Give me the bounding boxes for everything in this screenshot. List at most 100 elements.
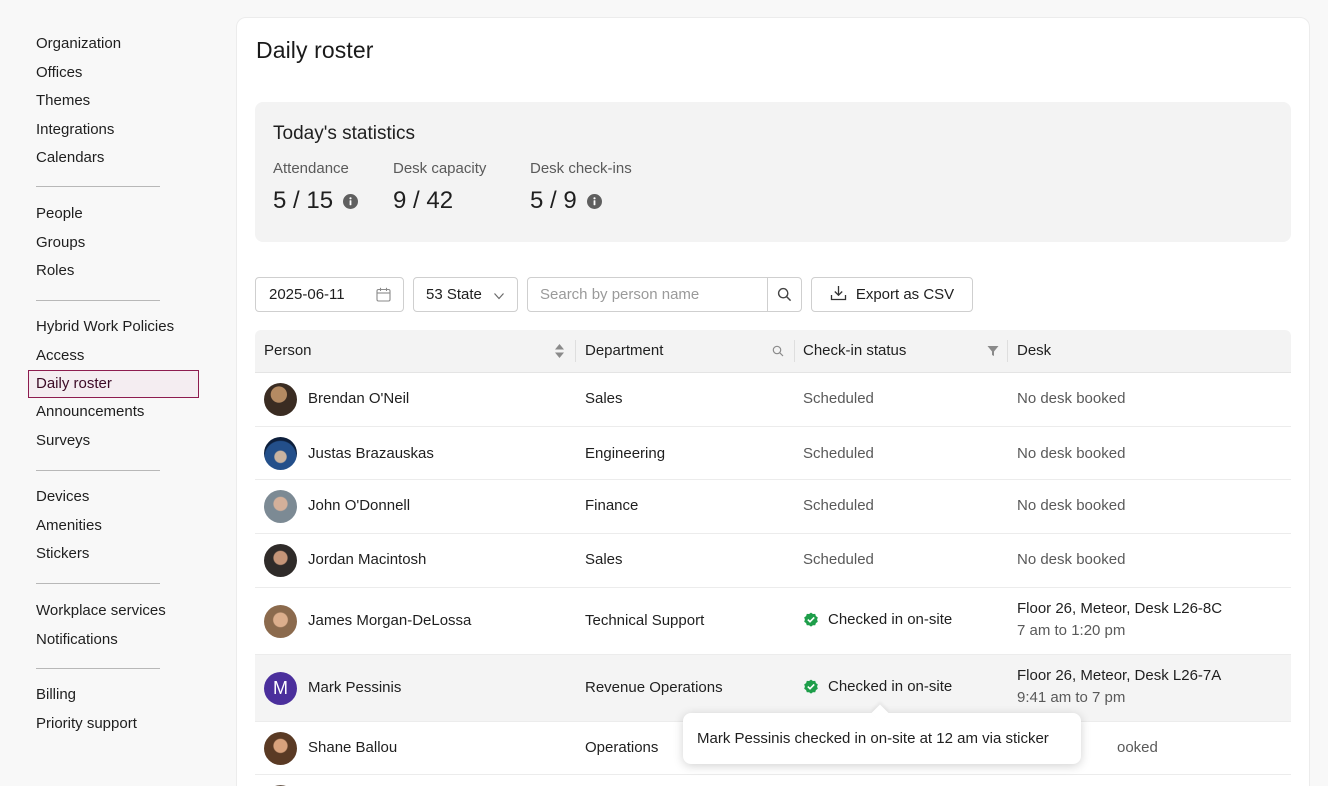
sidebar-item-devices[interactable]: Devices xyxy=(28,483,228,512)
date-picker[interactable]: 2025-06-11 xyxy=(255,277,404,312)
person-name[interactable]: James Morgan-DeLossa xyxy=(308,612,471,629)
table-row[interactable]: Justas Brazauskas Engineering Scheduled … xyxy=(255,427,1291,480)
person-name[interactable]: Mark Pessinis xyxy=(308,679,401,696)
person-name[interactable]: John O'Donnell xyxy=(308,497,410,514)
export-label: Export as CSV xyxy=(855,286,955,303)
stat-desk-capacity: Desk capacity 9 / 42 xyxy=(393,160,486,215)
avatar xyxy=(264,732,297,765)
desk-name: Floor 26, Meteor, Desk L26-8C xyxy=(1017,600,1223,617)
table-row[interactable]: Jordan Macintosh Sales Scheduled No desk… xyxy=(255,534,1291,588)
table-row[interactable] xyxy=(255,775,1291,786)
person-name[interactable]: Brendan O'Neil xyxy=(308,390,409,407)
stat-label: Attendance xyxy=(273,160,349,177)
avatar xyxy=(264,383,297,416)
calendar-icon[interactable] xyxy=(376,287,391,306)
sidebar-item-roles[interactable]: Roles xyxy=(28,257,228,286)
sidebar-item-priority-support[interactable]: Priority support xyxy=(28,710,228,739)
desk-time: 9:41 am to 7 pm xyxy=(1017,689,1126,706)
avatar xyxy=(264,605,297,638)
check-in-status: Scheduled xyxy=(803,390,874,407)
column-header-check-in-status[interactable]: Check-in status xyxy=(794,330,906,372)
nav-group-billing: Billing Priority support xyxy=(28,681,228,738)
nav-group-policies: Hybrid Work Policies Access Daily roster… xyxy=(28,313,228,455)
sidebar-item-calendars[interactable]: Calendars xyxy=(28,144,228,173)
check-in-status[interactable]: Checked in on-site xyxy=(803,678,952,695)
sidebar-item-stickers[interactable]: Stickers xyxy=(28,540,228,569)
office-select-value: 53 State xyxy=(426,286,482,303)
desk: Floor 26, Meteor, Desk L26-7A 9:41 am to… xyxy=(1017,667,1221,706)
info-icon[interactable] xyxy=(343,193,359,209)
search-icon[interactable] xyxy=(772,344,784,362)
avatar xyxy=(264,490,297,523)
search-box xyxy=(527,277,802,312)
sidebar-item-daily-roster[interactable]: Daily roster xyxy=(28,370,199,398)
nav-divider xyxy=(36,470,160,471)
stat-value: 9 / 42 xyxy=(393,187,486,215)
sidebar-item-offices[interactable]: Offices xyxy=(28,59,228,88)
sidebar-item-notifications[interactable]: Notifications xyxy=(28,626,228,655)
department: Finance xyxy=(585,497,639,514)
department: Technical Support xyxy=(585,612,705,629)
nav-divider xyxy=(36,186,160,187)
filter-icon[interactable] xyxy=(987,344,999,362)
stat-label: Desk capacity xyxy=(393,160,487,177)
nav-group-services: Workplace services Notifications xyxy=(28,597,228,654)
date-value: 2025-06-11 xyxy=(269,286,345,303)
desk-time: 7 am to 1:20 pm xyxy=(1017,622,1126,639)
desk-checkins-value: 5 / 9 xyxy=(530,187,577,214)
sidebar-item-surveys[interactable]: Surveys xyxy=(28,427,228,456)
department: Sales xyxy=(585,390,623,407)
sidebar: Organization Offices Themes Integrations… xyxy=(0,0,236,786)
sort-icon[interactable] xyxy=(554,343,565,364)
check-in-status: Scheduled xyxy=(803,551,874,568)
person-name[interactable]: Shane Ballou xyxy=(308,739,397,756)
search-input[interactable] xyxy=(540,286,770,303)
table-row[interactable]: Brendan O'Neil Sales Scheduled No desk b… xyxy=(255,373,1291,427)
sidebar-item-access[interactable]: Access xyxy=(28,342,228,371)
department: Engineering xyxy=(585,445,666,462)
stat-desk-checkins: Desk check-ins 5 / 9 xyxy=(530,160,632,215)
sidebar-item-organization[interactable]: Organization xyxy=(28,30,228,59)
column-header-person[interactable]: Person xyxy=(255,330,312,372)
stat-attendance: Attendance 5 / 15 xyxy=(273,160,359,215)
sidebar-item-workplace-services[interactable]: Workplace services xyxy=(28,597,228,626)
sidebar-item-hybrid-work-policies[interactable]: Hybrid Work Policies xyxy=(28,313,228,342)
desk-name: Floor 26, Meteor, Desk L26-7A xyxy=(1017,667,1222,684)
desk-capacity-value: 9 / 42 xyxy=(393,187,454,214)
check-in-tooltip: Mark Pessinis checked in on-site at 12 a… xyxy=(683,713,1081,764)
person-name[interactable]: Jordan Macintosh xyxy=(308,551,426,568)
table-row[interactable]: James Morgan-DeLossa Technical Support C… xyxy=(255,588,1291,655)
sidebar-item-billing[interactable]: Billing xyxy=(28,681,228,710)
desk: No desk booked xyxy=(1017,390,1126,407)
status-text: Checked in on-site xyxy=(828,611,953,628)
desk: No desk booked xyxy=(1017,497,1126,514)
attendance-value: 5 / 15 xyxy=(273,187,334,214)
sidebar-item-announcements[interactable]: Announcements xyxy=(28,398,228,427)
check-badge-icon xyxy=(804,679,818,694)
desk: Floor 26, Meteor, Desk L26-8C 7 am to 1:… xyxy=(1017,600,1222,639)
search-icon xyxy=(777,287,792,302)
desk: ooked xyxy=(1117,739,1158,756)
nav-divider xyxy=(36,583,160,584)
avatar: M xyxy=(264,672,297,705)
sidebar-item-themes[interactable]: Themes xyxy=(28,87,228,116)
sidebar-item-groups[interactable]: Groups xyxy=(28,229,228,258)
sidebar-item-integrations[interactable]: Integrations xyxy=(28,116,228,145)
sidebar-item-people[interactable]: People xyxy=(28,200,228,229)
column-header-desk[interactable]: Desk xyxy=(1008,330,1051,372)
column-header-department[interactable]: Department xyxy=(576,330,663,372)
info-icon[interactable] xyxy=(586,193,602,209)
search-button[interactable] xyxy=(767,278,801,311)
person-name[interactable]: Justas Brazauskas xyxy=(308,445,434,462)
table-row[interactable]: M Mark Pessinis Revenue Operations Check… xyxy=(255,655,1291,722)
nav-divider xyxy=(36,668,160,669)
desk: No desk booked xyxy=(1017,551,1126,568)
chevron-down-icon xyxy=(493,289,505,306)
table-row[interactable]: John O'Donnell Finance Scheduled No desk… xyxy=(255,480,1291,534)
export-csv-button[interactable]: Export as CSV xyxy=(811,277,973,312)
download-icon xyxy=(830,285,847,305)
office-select[interactable]: 53 State xyxy=(413,277,518,312)
desk: No desk booked xyxy=(1017,445,1126,462)
sidebar-item-amenities[interactable]: Amenities xyxy=(28,512,228,541)
page-title: Daily roster xyxy=(256,37,374,63)
